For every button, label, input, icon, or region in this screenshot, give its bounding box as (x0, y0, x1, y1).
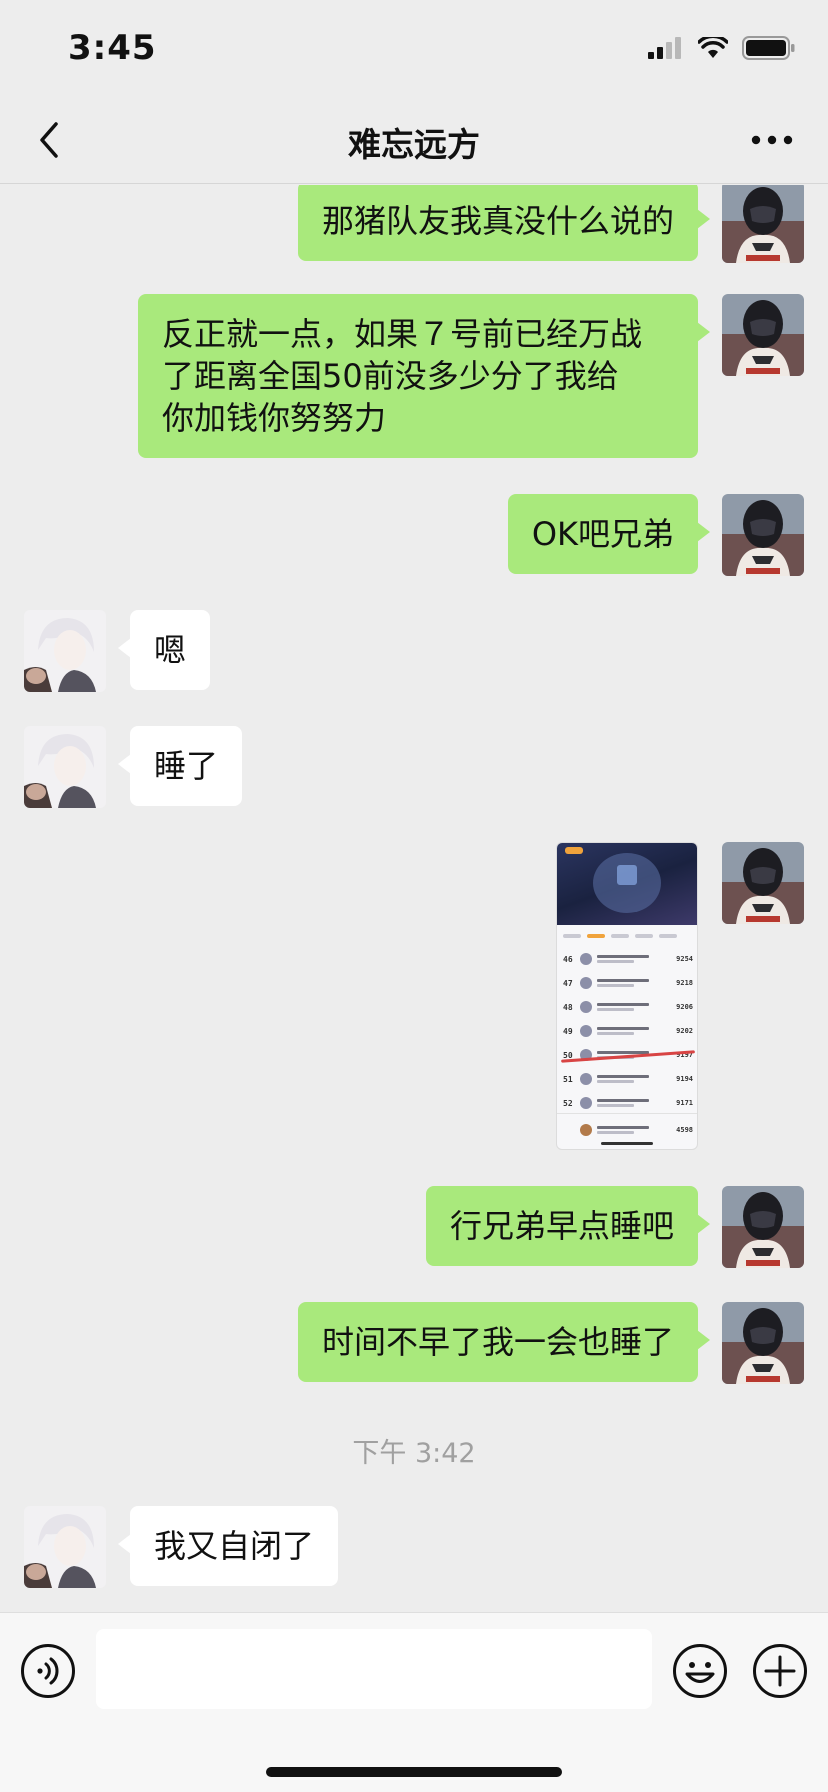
avatar[interactable] (722, 494, 804, 576)
message-bubble[interactable]: 时间不早了我一会也睡了 (297, 1302, 711, 1382)
avatar[interactable] (722, 294, 804, 376)
message-bubble[interactable]: 嗯 (117, 610, 211, 690)
avatar[interactable] (722, 842, 804, 924)
status-icons (648, 36, 796, 60)
image-banner (557, 843, 697, 925)
signal-icon (648, 37, 681, 59)
avatar[interactable] (24, 726, 106, 808)
avatar[interactable] (722, 1186, 804, 1268)
message-text: 睡了 (154, 747, 219, 785)
message-text: 那猪队友我真没什么说的 (321, 202, 674, 240)
avatar[interactable] (24, 1506, 106, 1588)
message-text: 我又自闭了 (154, 1527, 315, 1565)
voice-button[interactable] (20, 1643, 76, 1699)
voice-icon (21, 1644, 75, 1698)
message-bubble[interactable]: 睡了 (117, 726, 243, 806)
more-button[interactable] (742, 116, 802, 164)
chat-title: 难忘远方 (348, 125, 480, 164)
message-text: 时间不早了我一会也睡了 (321, 1323, 674, 1361)
avatar[interactable] (722, 185, 804, 263)
status-bar: 3:45 (0, 0, 828, 96)
message-text-line: 你加钱你努努力 (162, 399, 387, 437)
message-bubble[interactable]: 行兄弟早点睡吧 (425, 1186, 711, 1266)
image-message[interactable]: 46 9254 47 9218 48 9206 49 9202 50 9197 51 919… (556, 842, 698, 1150)
image-tabs (563, 931, 693, 941)
emoji-button[interactable] (672, 1643, 728, 1699)
chat-header: 难忘远方 (0, 96, 828, 184)
more-icon (751, 135, 793, 145)
message-list[interactable]: 那猪队友我真没什么说的 反正就一点，如果７号前已经万战 了距离全国50前没多少分… (0, 185, 828, 1612)
plus-icon (753, 1644, 807, 1698)
message-bubble[interactable]: 反正就一点，如果７号前已经万战 了距离全国50前没多少分了我给 你加钱你努努力 (138, 294, 710, 458)
home-indicator (266, 1767, 562, 1777)
avatar[interactable] (24, 610, 106, 692)
message-bubble[interactable]: 我又自闭了 (117, 1506, 339, 1586)
wifi-icon (698, 37, 728, 58)
avatar[interactable] (722, 1302, 804, 1384)
message-text: 嗯 (154, 631, 187, 669)
message-input[interactable] (96, 1629, 652, 1709)
message-timestamp: 下午 3:42 (352, 1438, 476, 1469)
message-bubble[interactable]: 那猪队友我真没什么说的 (297, 185, 711, 261)
message-bubble[interactable]: OK吧兄弟 (507, 494, 711, 574)
message-text: 行兄弟早点睡吧 (449, 1207, 674, 1245)
image-footer: 4598 (557, 1113, 697, 1149)
input-bar (0, 1612, 828, 1792)
image-rank-list: 46 9254 47 9218 48 9206 49 9202 50 9197 51 919… (563, 953, 693, 1109)
status-time: 3:45 (68, 28, 157, 68)
plus-button[interactable] (752, 1643, 808, 1699)
message-text-line: 反正就一点，如果７号前已经万战 (162, 315, 643, 353)
message-text: OK吧兄弟 (531, 515, 674, 553)
message-text-line: 了距离全国50前没多少分了我给 (162, 357, 619, 395)
battery-icon (742, 36, 795, 60)
emoji-icon (673, 1644, 727, 1698)
